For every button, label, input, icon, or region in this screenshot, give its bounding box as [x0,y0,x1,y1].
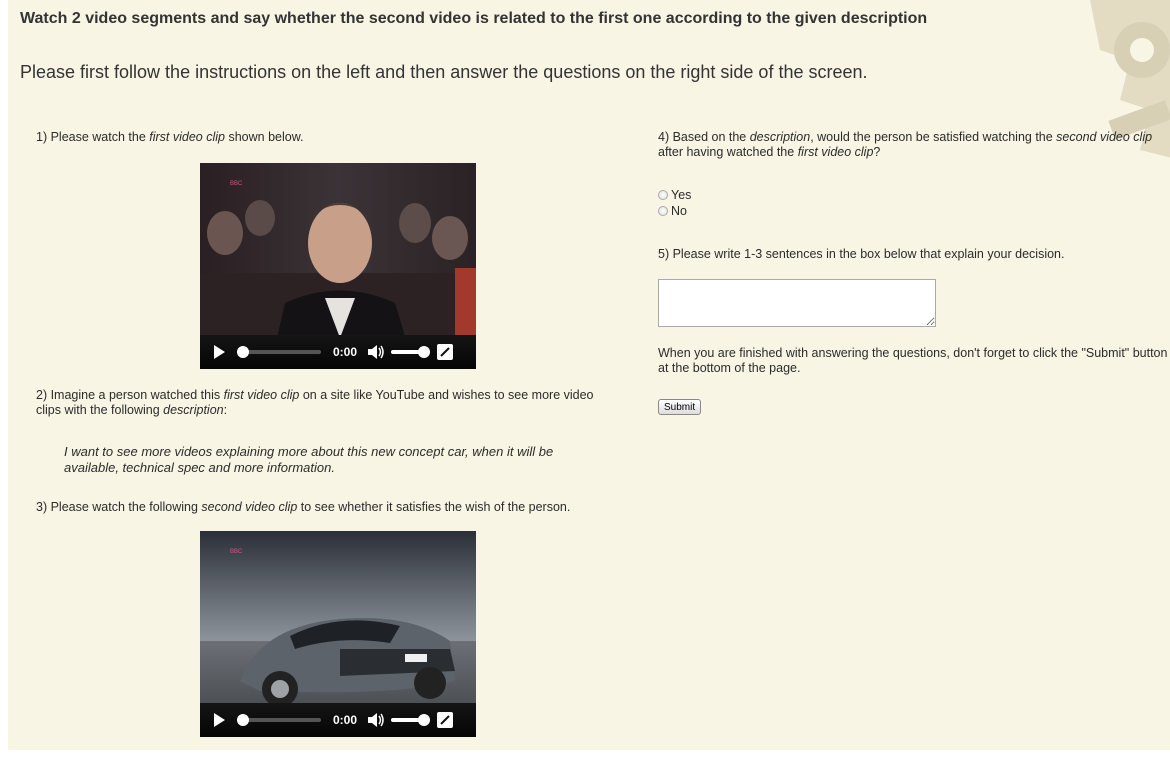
volume-thumb[interactable] [418,714,431,726]
page-title: Watch 2 video segments and say whether t… [20,10,928,27]
fullscreen-icon[interactable] [437,712,454,728]
video-2-controls: 0:00 [200,703,476,737]
volume-slider[interactable] [391,714,431,726]
submit-button[interactable]: Submit [658,399,702,415]
video-2-seek-bar[interactable] [237,714,321,726]
satisfaction-options: Yes No [658,187,691,219]
svg-text:BBC: BBC [230,549,243,555]
question-5: 5) Please write 1-3 sentences in the box… [658,247,1065,261]
finish-note: When you are finished with answering the… [658,346,1168,375]
second-video-player[interactable]: BBC 0:00 [200,531,476,737]
first-video-player[interactable]: BBC 0:00 [200,163,476,369]
volume-icon[interactable] [367,712,385,728]
seek-thumb[interactable] [237,346,249,358]
video-2-time: 0:00 [333,712,358,727]
option-yes[interactable]: Yes [658,187,691,203]
question-4: 4) Based on the description, would the p… [658,130,1153,159]
option-no[interactable]: No [658,203,691,219]
explanation-textarea[interactable] [658,279,936,327]
question-1: 1) Please watch the first video clip sho… [36,130,304,144]
video-1-seek-bar[interactable] [237,346,321,358]
description-text: I want to see more videos explaining mor… [64,444,554,475]
page-subtitle: Please first follow the instructions on … [20,62,868,82]
question-3: 3) Please watch the following second vid… [36,500,571,514]
yes-radio[interactable] [658,190,668,200]
volume-icon[interactable] [367,344,385,360]
no-radio[interactable] [658,206,668,216]
svg-text:BBC: BBC [230,181,243,187]
seek-thumb[interactable] [237,714,249,726]
page: Watch 2 video segments and say whether t… [8,0,1170,750]
volume-slider[interactable] [391,346,431,358]
fullscreen-icon[interactable] [437,344,454,360]
play-icon[interactable] [214,345,225,359]
question-2: 2) Imagine a person watched this first v… [36,388,594,417]
video-1-time: 0:00 [333,344,358,359]
video-1-controls: 0:00 [200,335,476,369]
volume-thumb[interactable] [418,346,431,358]
play-icon[interactable] [214,713,225,727]
